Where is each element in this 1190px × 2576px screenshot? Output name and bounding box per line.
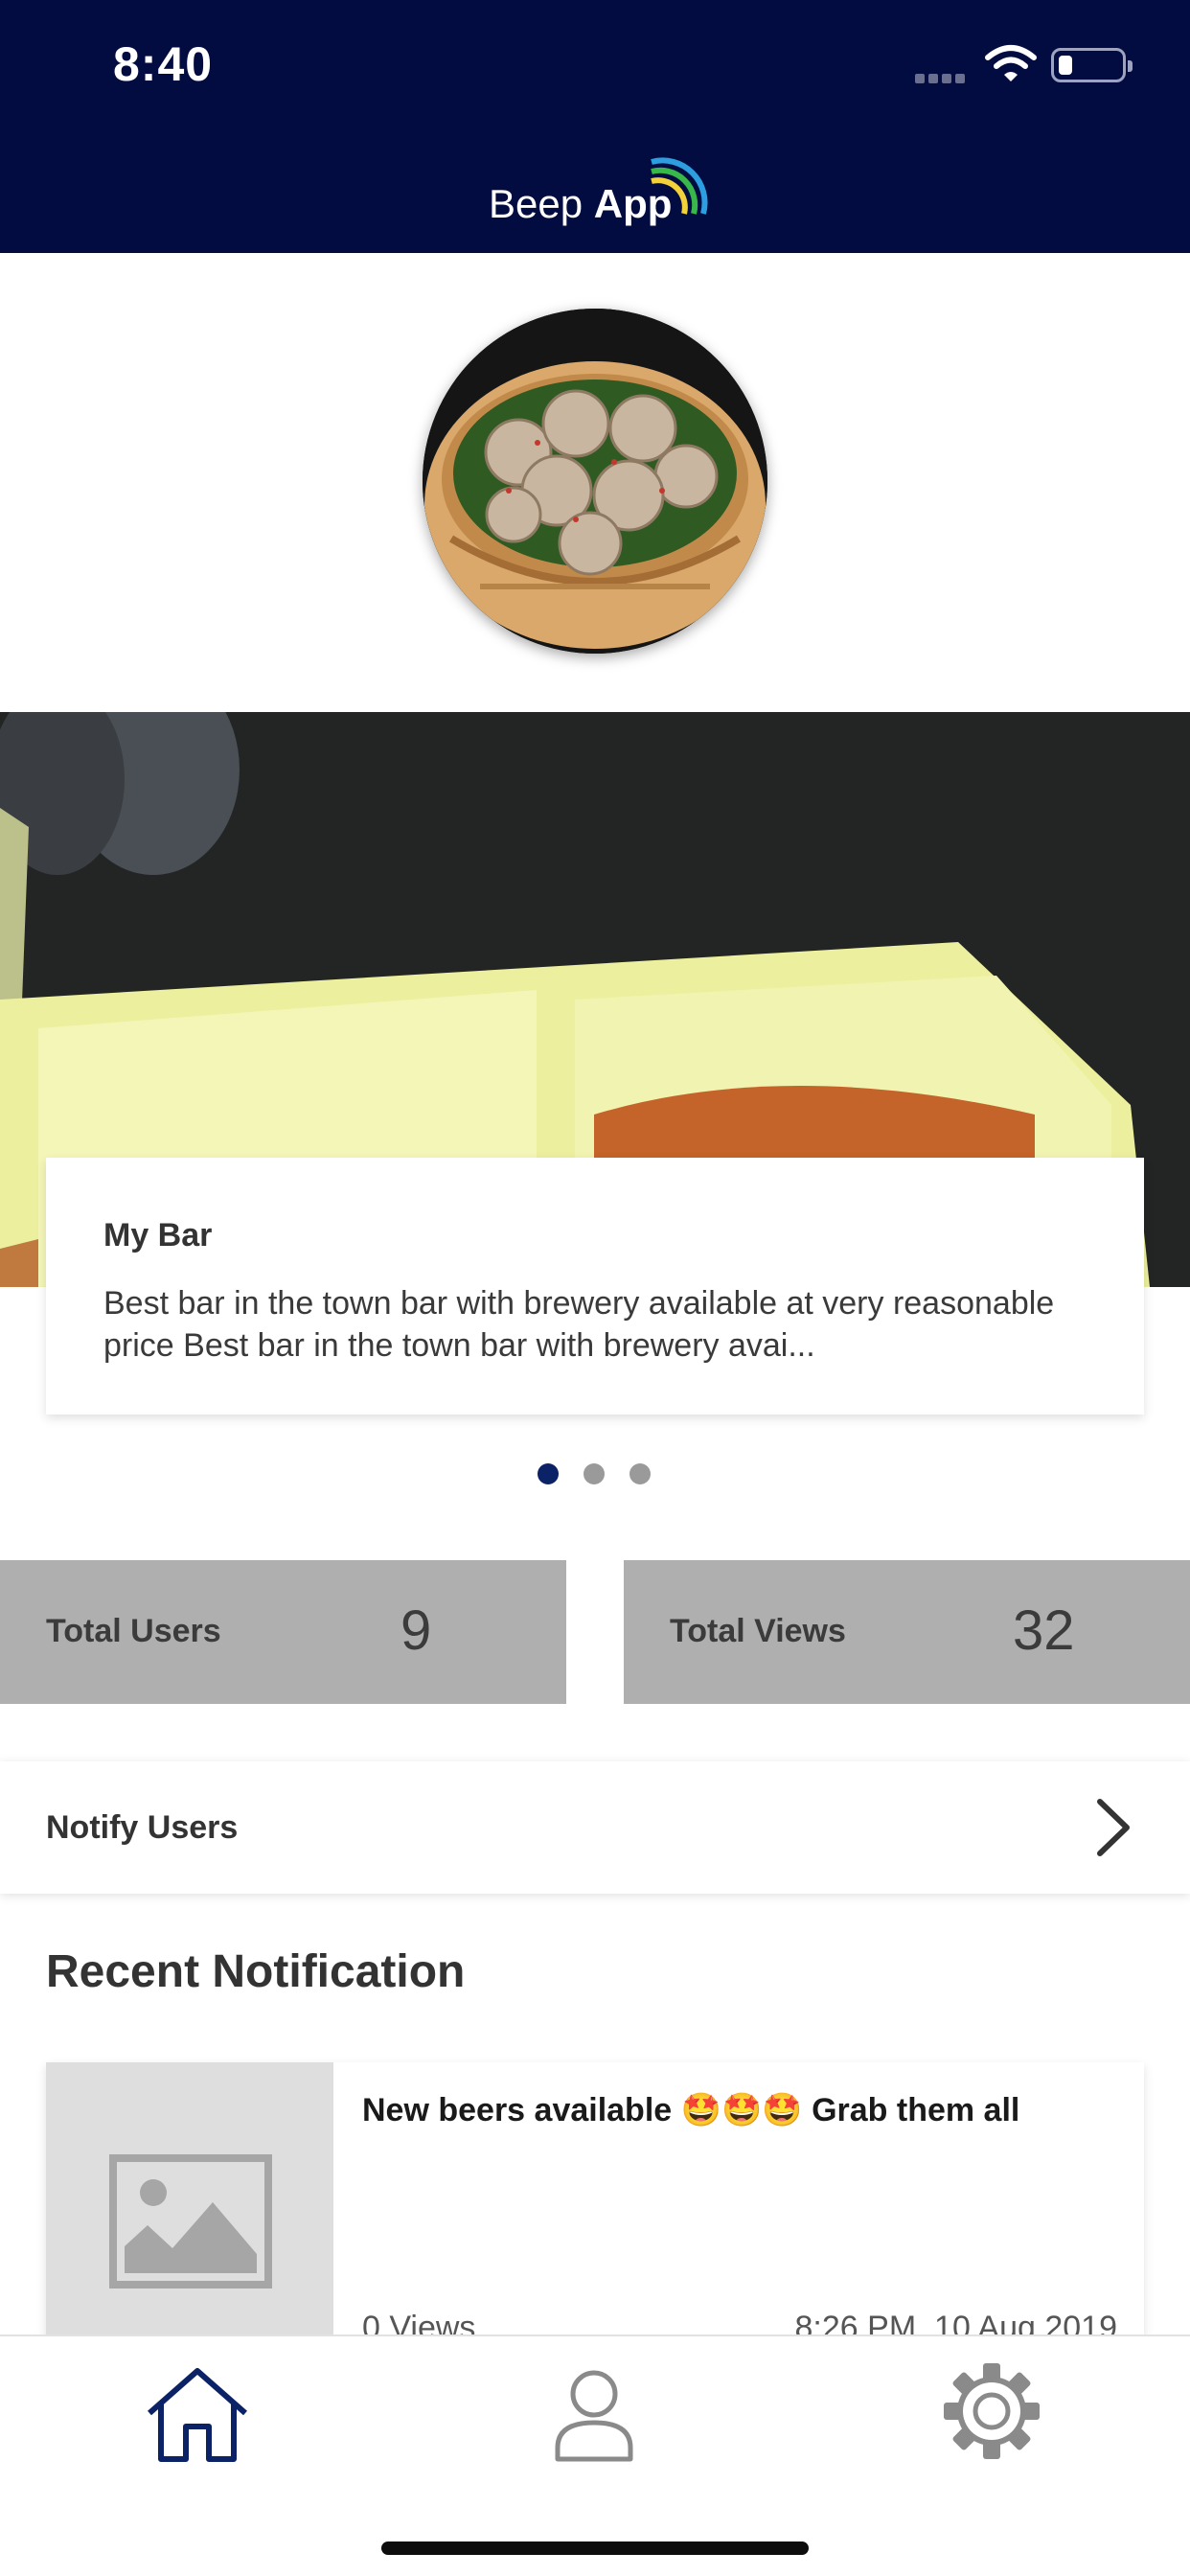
wifi-icon xyxy=(985,45,1037,81)
venue-avatar-image[interactable] xyxy=(423,309,767,654)
total-users-value: 9 xyxy=(400,1599,432,1662)
beep-app-logo: Beep App xyxy=(489,149,709,226)
logo-word-beep: Beep xyxy=(489,181,584,226)
app-header: 8:40 Beep App xyxy=(0,0,1190,253)
gear-icon[interactable] xyxy=(934,2363,1049,2469)
image-placeholder-icon xyxy=(109,2154,272,2288)
carousel-dot-1[interactable] xyxy=(538,1463,559,1484)
cellular-signal-icon xyxy=(915,71,971,83)
home-indicator[interactable] xyxy=(381,2542,809,2555)
total-users-stat: Total Users 9 xyxy=(0,1560,566,1704)
carousel-dot-2[interactable] xyxy=(584,1463,605,1484)
logo-arcs-icon xyxy=(651,157,708,215)
notification-title: New beers available 🤩🤩🤩 Grab them all xyxy=(362,2092,1020,2128)
venue-description: Best bar in the town bar with brewery av… xyxy=(103,1285,1055,1364)
notification-thumbnail xyxy=(46,2062,333,2340)
notification-card[interactable]: New beers available 🤩🤩🤩 Grab them all 0 … xyxy=(46,2062,1144,2340)
recent-notification-heading: Recent Notification xyxy=(46,1946,466,1997)
chevron-right-icon xyxy=(1097,1799,1130,1856)
venue-name: My Bar xyxy=(103,1217,213,1254)
notify-users-row[interactable]: Notify Users xyxy=(0,1761,1190,1894)
carousel-pagination[interactable] xyxy=(538,1463,662,1484)
total-views-stat: Total Views 32 xyxy=(624,1560,1190,1704)
bottom-tab-bar xyxy=(0,2334,1190,2576)
status-time: 8:40 xyxy=(113,37,214,91)
carousel-dot-3[interactable] xyxy=(629,1463,651,1484)
home-icon[interactable] xyxy=(140,2363,255,2469)
venue-info-card[interactable]: My Bar Best bar in the town bar with bre… xyxy=(46,1158,1144,1414)
user-icon[interactable] xyxy=(537,2363,652,2469)
notify-users-label: Notify Users xyxy=(46,1809,239,1846)
total-views-label: Total Views xyxy=(670,1613,846,1649)
total-users-label: Total Users xyxy=(46,1613,221,1649)
total-views-value: 32 xyxy=(1013,1599,1075,1662)
battery-icon xyxy=(1051,48,1133,82)
